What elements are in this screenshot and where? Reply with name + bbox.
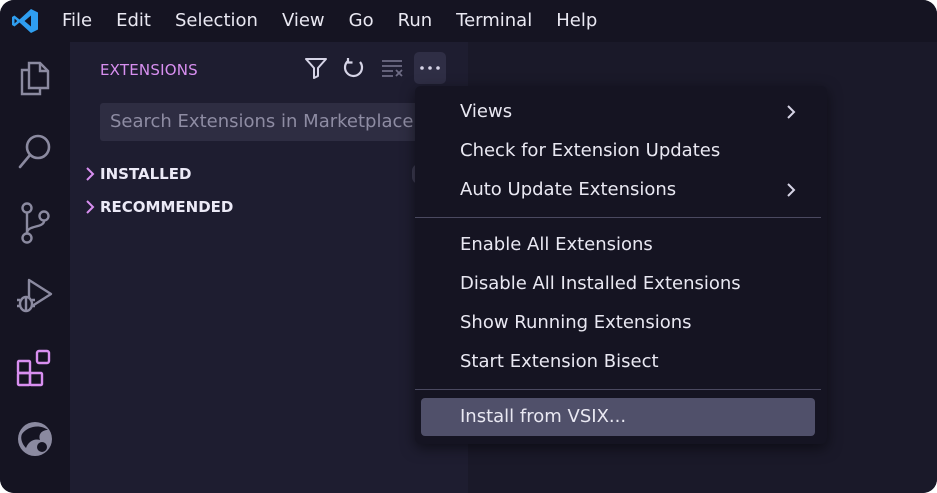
filter-icon[interactable]: [300, 52, 332, 84]
section-installed[interactable]: INSTALLED: [80, 161, 191, 187]
menu-item-label: Check for Extension Updates: [460, 140, 721, 161]
vscode-window: File Edit Selection View Go Run Terminal Help: [0, 0, 937, 493]
clear-icon[interactable]: [376, 52, 408, 84]
menu-item-show-running-extensions[interactable]: Show Running Extensions: [421, 304, 815, 342]
menu-terminal[interactable]: Terminal: [444, 0, 544, 42]
menu-separator: [415, 389, 821, 390]
menu-item-enable-all-extensions[interactable]: Enable All Extensions: [421, 226, 815, 264]
menu-item-label: Auto Update Extensions: [460, 179, 677, 200]
menu-item-views[interactable]: Views: [421, 93, 815, 131]
more-actions-icon[interactable]: [414, 52, 446, 84]
menu-item-start-extension-bisect[interactable]: Start Extension Bisect: [421, 343, 815, 381]
menu-selection[interactable]: Selection: [163, 0, 270, 42]
menu-item-label: Disable All Installed Extensions: [460, 273, 741, 294]
menu-help[interactable]: Help: [544, 0, 609, 42]
chevron-right-icon: [787, 183, 796, 197]
activity-bar: [0, 42, 70, 493]
search-extensions-input[interactable]: Search Extensions in Marketplace: [100, 103, 430, 141]
menu-run[interactable]: Run: [386, 0, 445, 42]
menu-view[interactable]: View: [270, 0, 337, 42]
menu-item-install-from-vsix[interactable]: Install from VSIX...: [421, 398, 815, 436]
menu-edit[interactable]: Edit: [104, 0, 163, 42]
chevron-right-icon: [80, 197, 100, 217]
menu-bar: File Edit Selection View Go Run Terminal Help: [50, 0, 609, 42]
menu-item-label: Install from VSIX...: [460, 406, 627, 427]
section-label: RECOMMENDED: [100, 198, 234, 216]
account-globe-icon[interactable]: [0, 409, 70, 469]
extensions-icon[interactable]: [0, 338, 70, 398]
menu-item-label: Start Extension Bisect: [460, 351, 659, 372]
menu-item-label: Show Running Extensions: [460, 312, 692, 333]
extensions-sidebar: EXTENSIONS Search Extensions in Marketpl…: [70, 42, 468, 493]
source-control-icon[interactable]: [0, 193, 70, 253]
more-actions-menu: Views Check for Extension Updates Auto Upd…: [415, 86, 827, 444]
sidebar-actions: [300, 52, 452, 84]
run-debug-icon[interactable]: [0, 265, 70, 325]
section-recommended[interactable]: RECOMMENDED: [80, 194, 233, 220]
section-label: INSTALLED: [100, 165, 192, 183]
menu-item-label: Enable All Extensions: [460, 234, 653, 255]
title-bar: File Edit Selection View Go Run Terminal Help: [0, 0, 937, 42]
menu-file[interactable]: File: [50, 0, 104, 42]
menu-item-disable-all-installed-extensions[interactable]: Disable All Installed Extensions: [421, 265, 815, 303]
menu-separator: [415, 217, 821, 218]
menu-item-check-for-extension-updates[interactable]: Check for Extension Updates: [421, 132, 815, 170]
menu-go[interactable]: Go: [337, 0, 386, 42]
chevron-right-icon: [787, 105, 796, 119]
search-icon[interactable]: [0, 122, 70, 182]
files-icon[interactable]: [0, 48, 70, 108]
refresh-icon[interactable]: [338, 52, 370, 84]
menu-item-label: Views: [460, 101, 513, 122]
vscode-logo-icon: [12, 9, 38, 33]
menu-item-auto-update-extensions[interactable]: Auto Update Extensions: [421, 171, 815, 209]
sidebar-title: EXTENSIONS: [100, 61, 198, 79]
chevron-right-icon: [80, 164, 100, 184]
